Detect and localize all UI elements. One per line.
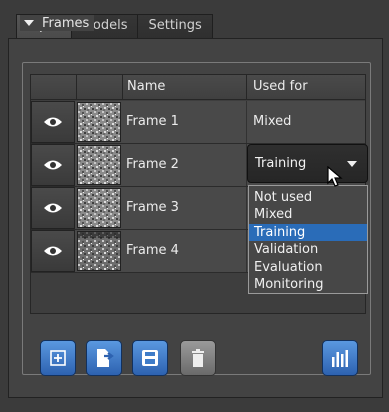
table-row[interactable]: Frame 1 Mixed — [31, 101, 365, 144]
save-icon — [142, 350, 158, 366]
visibility-toggle[interactable] — [31, 230, 75, 272]
header-visibility — [31, 75, 77, 100]
frames-group-title: Frames — [42, 15, 90, 31]
header-used-for[interactable]: Used for — [247, 75, 365, 100]
table-header: Name Used for — [31, 75, 365, 100]
delete-button[interactable] — [180, 340, 216, 376]
header-thumbnail — [77, 75, 123, 100]
frame-thumbnail — [77, 188, 121, 228]
used-for-combo[interactable]: Training — [247, 144, 368, 183]
used-for-dropdown: Not used Mixed Training Validation Evalu… — [248, 185, 368, 294]
option-mixed[interactable]: Mixed — [249, 206, 367, 223]
visibility-toggle[interactable] — [31, 187, 75, 229]
delete-icon — [192, 349, 204, 367]
column-divider — [246, 101, 247, 143]
combo-value: Training — [255, 156, 307, 171]
save-button[interactable] — [132, 340, 168, 376]
frame-name: Frame 4 — [126, 243, 179, 258]
eye-icon — [44, 160, 62, 170]
add-frame-icon — [50, 350, 66, 366]
tab-settings[interactable]: Settings — [137, 14, 213, 38]
add-frame-button[interactable] — [40, 340, 76, 376]
import-button[interactable] — [86, 340, 122, 376]
statistics-icon — [332, 350, 348, 367]
column-divider — [246, 230, 247, 272]
eye-icon — [44, 203, 62, 213]
option-not-used[interactable]: Not used — [249, 189, 367, 206]
frame-name: Frame 2 — [126, 157, 179, 172]
visibility-toggle[interactable] — [31, 144, 75, 186]
frame-name: Frame 3 — [126, 200, 179, 215]
chevron-down-icon — [347, 161, 357, 167]
header-name[interactable]: Name — [123, 75, 247, 100]
used-for-value[interactable]: Mixed — [253, 101, 291, 143]
option-monitoring[interactable]: Monitoring — [249, 276, 367, 293]
eye-icon — [44, 117, 62, 127]
option-evaluation[interactable]: Evaluation — [249, 259, 367, 276]
frames-group-toggle[interactable]: Frames — [20, 15, 95, 31]
column-divider — [246, 187, 247, 229]
frame-name: Frame 1 — [126, 114, 179, 129]
frame-thumbnail — [77, 145, 121, 185]
frame-thumbnail — [77, 231, 121, 271]
collapse-triangle-icon — [24, 20, 34, 26]
option-training[interactable]: Training — [249, 223, 367, 242]
mouse-cursor-icon — [327, 166, 343, 187]
visibility-toggle[interactable] — [31, 101, 75, 143]
statistics-button[interactable] — [322, 340, 358, 376]
import-icon — [97, 349, 114, 367]
option-validation[interactable]: Validation — [249, 241, 367, 258]
eye-icon — [44, 246, 62, 256]
frame-thumbnail — [77, 102, 121, 142]
